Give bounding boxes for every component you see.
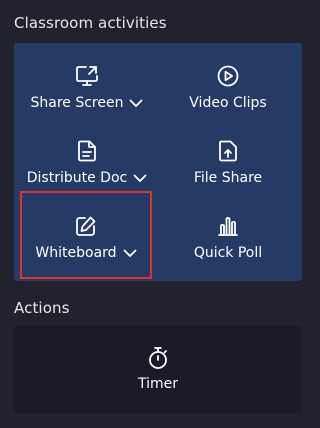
document-icon (78, 140, 96, 162)
monitor-share-icon (76, 66, 98, 86)
classroom-activities-menu: Classroom activities Share Screen Video … (0, 0, 318, 428)
activities-grid: Share Screen Video Clips Distribute Doc (14, 43, 302, 281)
share-screen-button[interactable]: Share Screen (19, 63, 155, 133)
whiteboard-pen-icon (76, 216, 96, 236)
chevron-down-icon[interactable] (133, 174, 147, 183)
whiteboard-label: Whiteboard (35, 245, 117, 261)
chevron-down-icon[interactable] (129, 99, 143, 108)
chevron-down-icon[interactable] (123, 249, 137, 258)
file-share-label: File Share (193, 170, 263, 186)
timer-label: Timer (137, 376, 179, 392)
stopwatch-icon (149, 347, 167, 369)
actions-title: Actions (14, 299, 70, 317)
video-clips-button[interactable]: Video Clips (160, 63, 296, 133)
bar-chart-icon (218, 217, 238, 236)
play-circle-icon (217, 65, 239, 87)
file-upload-icon (219, 140, 237, 162)
timer-button[interactable]: Timer (14, 346, 302, 392)
actions-panel: Timer (14, 326, 302, 413)
quick-poll-label: Quick Poll (193, 245, 263, 261)
quick-poll-button[interactable]: Quick Poll (160, 213, 296, 283)
video-clips-label: Video Clips (189, 95, 267, 111)
classroom-activities-title: Classroom activities (14, 14, 167, 32)
share-screen-label: Share Screen (30, 95, 124, 111)
whiteboard-button[interactable]: Whiteboard (20, 191, 152, 279)
file-share-button[interactable]: File Share (160, 138, 296, 208)
distribute-doc-label: Distribute Doc (26, 170, 128, 186)
